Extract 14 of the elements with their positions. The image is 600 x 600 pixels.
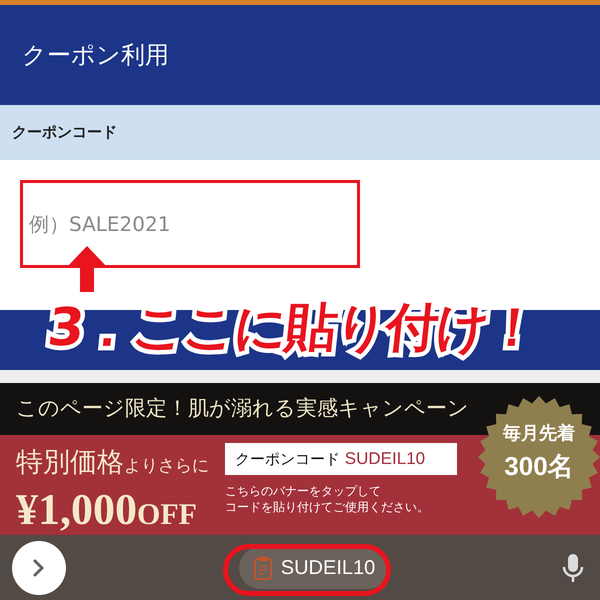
banner-instructions: こちらのバナーをタップして コードを貼り付けてご使用ください。 <box>225 482 430 516</box>
clipboard-icon <box>252 554 273 580</box>
chevron-right-icon <box>31 558 47 578</box>
price-lead: 特別価格よりさらに <box>16 446 209 480</box>
coupon-code-label: クーポンコード SUDEIL10 <box>225 443 457 474</box>
page-title: クーポン利用 <box>22 40 169 71</box>
banner-headline: このページ限定！肌が溺れる実感キャンペーン <box>16 395 469 422</box>
annotation-text: 3．ここに貼り付け！ <box>45 300 540 358</box>
seal-count: 300名 <box>503 450 575 483</box>
discount-amount: ¥1,000OFF <box>16 488 198 532</box>
coupon-input-field[interactable]: 例）SALE2021 <box>20 180 360 268</box>
next-button[interactable] <box>12 540 66 594</box>
microphone-icon[interactable] <box>562 552 584 582</box>
section-label: クーポンコード <box>12 122 117 144</box>
